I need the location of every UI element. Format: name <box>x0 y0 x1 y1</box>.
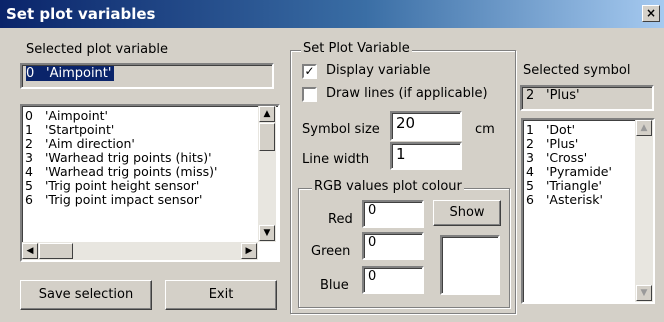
symbol-list-item-label: 'Plus' <box>546 136 579 151</box>
scroll-right-icon[interactable]: ▶ <box>241 243 257 259</box>
save-selection-button[interactable]: Save selection <box>20 280 152 310</box>
plot-list-hscroll-thumb[interactable] <box>39 243 73 259</box>
colour-preview-swatch <box>440 235 500 295</box>
symbol-size-label: Symbol size <box>302 122 380 137</box>
plot-variable-list-item-label: 'Startpoint' <box>45 122 115 137</box>
selected-plot-variable-field: 0 'Aimpoint' <box>20 63 274 89</box>
plot-variable-list-item[interactable]: 6 'Trig point impact sensor' <box>22 193 278 207</box>
selected-symbol-heading: Selected symbol <box>523 63 631 78</box>
plot-variable-list-item[interactable]: 3 'Warhead trig points (hits)' <box>22 151 278 165</box>
symbol-list-item-num: 4 <box>526 164 534 179</box>
symbol-list-item-num: 3 <box>526 150 534 165</box>
blue-input[interactable]: 0 <box>362 266 424 294</box>
exit-button[interactable]: Exit <box>165 280 277 310</box>
close-icon: × <box>645 6 657 20</box>
rgb-group-label: RGB values plot colour <box>312 179 464 194</box>
red-input[interactable]: 0 <box>362 200 424 228</box>
symbol-list-item[interactable]: 5 'Triangle' <box>523 179 653 193</box>
scroll-down-icon[interactable]: ▼ <box>259 225 275 241</box>
symbol-list-item-label: 'Cross' <box>546 150 588 165</box>
plot-variable-list-item-label: 'Aim direction' <box>45 136 135 151</box>
close-button[interactable]: × <box>642 5 660 22</box>
symbol-list-item-label: 'Dot' <box>546 122 576 137</box>
plot-list-vertical-scrollbar[interactable]: ▲ ▼ <box>258 106 276 242</box>
scroll-left-icon[interactable]: ◀ <box>22 243 38 259</box>
selected-plot-variable-num: 0 <box>26 66 35 81</box>
symbol-list-vertical-scrollbar[interactable]: ▲ ▼ <box>635 120 653 302</box>
plot-variable-list-item-num: 6 <box>25 192 33 207</box>
symbol-list-item-num: 1 <box>526 122 534 137</box>
plot-variable-list-item[interactable]: 0 'Aimpoint' <box>22 109 278 123</box>
line-width-input[interactable]: 1 <box>390 142 462 170</box>
selected-symbol-label: 'Plus' <box>546 88 580 103</box>
window-title: Set plot variables <box>6 5 156 23</box>
plot-variable-list-item-label: 'Trig point impact sensor' <box>45 192 203 207</box>
plot-variable-list-item-num: 2 <box>25 136 33 151</box>
green-label: Green <box>311 244 351 259</box>
display-variable-checkbox[interactable]: ✓ <box>302 64 317 79</box>
symbol-size-input[interactable]: 20 <box>390 111 462 141</box>
selected-symbol-num: 2 <box>526 88 535 103</box>
symbol-list[interactable]: 1 'Dot' 2 'Plus' 3 'Cross' 4 'Pyramide' 5 'Triang… <box>521 118 655 304</box>
blue-label: Blue <box>320 278 349 293</box>
selected-plot-variable-heading: Selected plot variable <box>26 42 168 57</box>
plot-variable-list-item-num: 4 <box>25 164 33 179</box>
symbol-list-item-label: 'Pyramide' <box>546 164 612 179</box>
plot-variable-list-item-label: 'Trig point height sensor' <box>45 178 200 193</box>
title-bar: Set plot variables × <box>0 0 664 28</box>
plot-variable-list-item-label: 'Warhead trig points (hits)' <box>45 150 212 165</box>
symbol-scroll-down-icon[interactable]: ▼ <box>636 285 652 301</box>
symbol-list-item[interactable]: 6 'Asterisk' <box>523 193 653 207</box>
plot-variable-list[interactable]: 0 'Aimpoint' 1 'Startpoint' 2 'Aim direction'… <box>20 104 280 262</box>
symbol-size-unit: cm <box>475 122 495 137</box>
set-plot-variable-group-label: Set Plot Variable <box>301 41 412 56</box>
plot-variable-list-item[interactable]: 1 'Startpoint' <box>22 123 278 137</box>
draw-lines-checkbox[interactable] <box>302 87 317 102</box>
checkmark-icon: ✓ <box>304 64 315 78</box>
plot-variable-list-item[interactable]: 5 'Trig point height sensor' <box>22 179 278 193</box>
line-width-label: Line width <box>302 152 370 167</box>
draw-lines-label: Draw lines (if applicable) <box>326 86 488 101</box>
symbol-list-item[interactable]: 1 'Dot' <box>523 123 653 137</box>
red-label: Red <box>328 212 353 227</box>
selected-symbol-field: 2 'Plus' <box>520 85 654 111</box>
symbol-list-item-num: 2 <box>526 136 534 151</box>
plot-variable-list-item-num: 3 <box>25 150 33 165</box>
display-variable-label: Display variable <box>326 63 431 78</box>
plot-variable-list-item-num: 5 <box>25 178 33 193</box>
symbol-list-item[interactable]: 4 'Pyramide' <box>523 165 653 179</box>
green-input[interactable]: 0 <box>362 232 424 260</box>
symbol-list-item-label: 'Asterisk' <box>546 192 603 207</box>
plot-variable-list-item-label: 'Warhead trig points (miss)' <box>45 164 218 179</box>
plot-variable-list-item[interactable]: 4 'Warhead trig points (miss)' <box>22 165 278 179</box>
scroll-up-icon[interactable]: ▲ <box>259 106 275 122</box>
plot-variable-list-item-num: 1 <box>25 122 33 137</box>
symbol-list-item-num: 6 <box>526 192 534 207</box>
symbol-list-item[interactable]: 3 'Cross' <box>523 151 653 165</box>
symbol-list-item-label: 'Triangle' <box>546 178 602 193</box>
selected-plot-variable-label: 'Aimpoint' <box>46 66 112 81</box>
plot-list-horizontal-scrollbar[interactable]: ◀ ▶ <box>22 242 258 260</box>
symbol-list-item-num: 5 <box>526 178 534 193</box>
plot-variable-list-item-label: 'Aimpoint' <box>45 108 108 123</box>
plot-variable-list-item-num: 0 <box>25 108 33 123</box>
symbol-list-item[interactable]: 2 'Plus' <box>523 137 653 151</box>
plot-list-scroll-thumb[interactable] <box>259 123 275 151</box>
symbol-scroll-up-icon[interactable]: ▲ <box>636 120 652 136</box>
plot-variable-list-item[interactable]: 2 'Aim direction' <box>22 137 278 151</box>
show-colour-button[interactable]: Show <box>433 200 501 226</box>
